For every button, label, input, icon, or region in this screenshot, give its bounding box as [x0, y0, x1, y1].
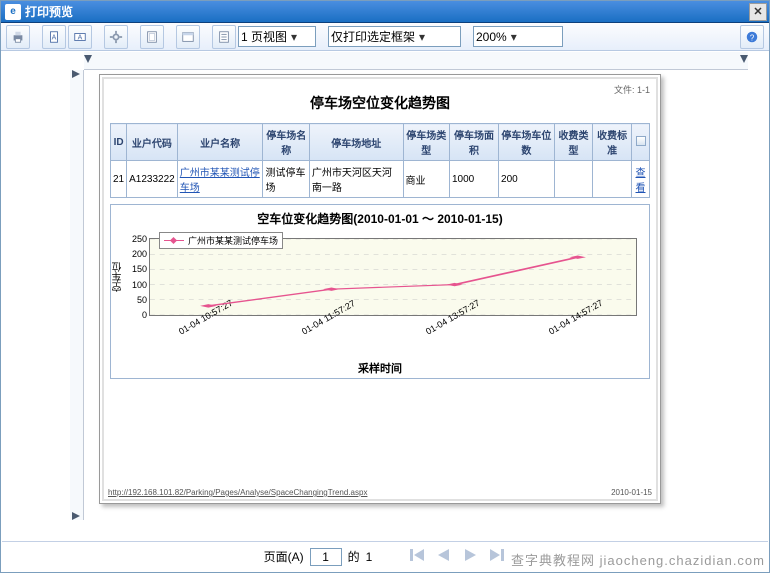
td-view-link[interactable]: 查看	[632, 161, 650, 198]
page-preview: 文件: 1-1 停车场空位变化趋势图 ID 业户代码 业户名称 停车场名称 停车…	[99, 74, 661, 504]
chevron-down-icon: ▾	[291, 30, 297, 44]
last-page-button[interactable]	[486, 546, 506, 567]
header-icon	[181, 30, 195, 44]
view-mode-label: 1 页视图	[241, 28, 287, 45]
chevron-down-icon: ▾	[511, 30, 517, 44]
watermark: 查字典教程网 jiaocheng.chazidian.com	[511, 550, 765, 569]
th-area: 停车场面积	[449, 124, 498, 161]
help-button[interactable]: ?	[740, 25, 764, 49]
th-name: 业户名称	[177, 124, 263, 161]
th-feetype: 收费类型	[554, 124, 593, 161]
td-slots: 200	[499, 161, 555, 198]
titlebar: e 打印预览 ✕	[1, 1, 769, 23]
table-header-row: ID 业户代码 业户名称 停车场名称 停车场地址 停车场类型 停车场面积 停车场…	[111, 124, 650, 161]
landscape-button[interactable]: A	[68, 25, 92, 49]
th-feestd: 收费标准	[593, 124, 632, 161]
y-tick: 50	[121, 295, 147, 305]
print-scope-label: 仅打印选定框架	[331, 28, 415, 45]
chart-series	[150, 239, 636, 315]
page-footer: http://192.168.101.82/Parking/Pages/Anal…	[108, 488, 652, 497]
th-pname: 停车场名称	[263, 124, 309, 161]
margins-button[interactable]	[140, 25, 164, 49]
td-pname: 测试停车场	[263, 161, 309, 198]
last-icon	[486, 546, 506, 564]
page-setup-button[interactable]	[104, 25, 128, 49]
close-button[interactable]: ✕	[749, 3, 767, 21]
svg-text:A: A	[52, 34, 57, 41]
td-feestd	[593, 161, 632, 198]
header-footer-button[interactable]	[176, 25, 200, 49]
td-code: A1233222	[127, 161, 178, 198]
th-code: 业户代码	[127, 124, 178, 161]
ie-icon: e	[5, 4, 21, 20]
fit-icon	[217, 30, 231, 44]
table-row: 21 A1233222 广州市某某测试停车场 测试停车场 广州市天河区天河南一路…	[111, 161, 650, 198]
th-check	[632, 124, 650, 161]
portrait-button[interactable]: A	[42, 25, 66, 49]
vertical-ruler[interactable]	[70, 70, 84, 520]
th-type: 停车场类型	[403, 124, 449, 161]
legend-label: 广州市某某测试停车场	[188, 234, 278, 247]
y-tick: 150	[121, 264, 147, 274]
th-id: ID	[111, 124, 127, 161]
view-mode-select[interactable]: 1 页视图 ▾	[238, 26, 316, 47]
gear-icon	[109, 30, 123, 44]
preview-area: 文件: 1-1 停车场空位变化趋势图 ID 业户代码 业户名称 停车场名称 停车…	[2, 52, 768, 540]
checkbox-icon	[636, 136, 646, 146]
x-axis-label: 采样时间	[117, 360, 643, 376]
data-table: ID 业户代码 业户名称 停车场名称 停车场地址 停车场类型 停车场面积 停车场…	[110, 123, 650, 198]
svg-text:A: A	[78, 34, 83, 41]
window-title: 打印预览	[25, 3, 73, 20]
chart-legend: 广州市某某测试停车场	[159, 232, 283, 249]
td-name-link[interactable]: 广州市某某测试停车场	[177, 161, 263, 198]
chevron-down-icon: ▾	[419, 30, 425, 44]
th-slots: 停车场车位数	[499, 124, 555, 161]
y-tick: 100	[121, 280, 147, 290]
portrait-icon: A	[47, 30, 61, 44]
zoom-select[interactable]: 200% ▾	[473, 26, 563, 47]
first-page-button[interactable]	[408, 546, 428, 567]
next-page-button[interactable]	[460, 546, 480, 567]
next-icon	[460, 546, 480, 564]
td-feetype	[554, 161, 593, 198]
first-icon	[408, 546, 428, 564]
printer-icon	[11, 30, 25, 44]
chart-canvas: 空车位 广州市某某测试停车场 050100150200250 01-04 10:…	[117, 232, 643, 374]
toolbar: A A 1 页视图 ▾ 仅打印选定框架 ▾ 200% ▾	[1, 23, 769, 51]
attachment-label: 文件: 1-1	[614, 83, 650, 96]
help-icon: ?	[745, 30, 759, 44]
page-title: 停车场空位变化趋势图	[104, 79, 656, 123]
th-addr: 停车场地址	[309, 124, 403, 161]
legend-line-icon	[164, 240, 184, 241]
y-tick: 0	[121, 310, 147, 320]
svg-text:?: ?	[750, 33, 755, 42]
print-button[interactable]	[6, 25, 30, 49]
landscape-icon: A	[73, 30, 87, 44]
horizontal-ruler[interactable]	[84, 52, 748, 70]
page-label: 页面(A)	[264, 548, 304, 565]
td-area: 1000	[449, 161, 498, 198]
zoom-label: 200%	[476, 30, 507, 44]
chart-container: 空车位变化趋势图(2010-01-01 ～ 2010-01-15) 空车位 广州…	[110, 204, 650, 379]
footer-date: 2010-01-15	[611, 488, 652, 497]
td-type: 商业	[403, 161, 449, 198]
total-pages: 1	[366, 550, 373, 564]
td-addr: 广州市天河区天河南一路	[309, 161, 403, 198]
page-icon	[145, 30, 159, 44]
td-id: 21	[111, 161, 127, 198]
page-number-input[interactable]	[310, 548, 342, 566]
chart-title: 空车位变化趋势图(2010-01-01 ～ 2010-01-15)	[111, 205, 649, 232]
of-label: 的	[348, 548, 360, 565]
y-tick: 200	[121, 249, 147, 259]
y-tick: 250	[121, 234, 147, 244]
prev-icon	[434, 546, 454, 564]
print-scope-select[interactable]: 仅打印选定框架 ▾	[328, 26, 461, 47]
footer-url: http://192.168.101.82/Parking/Pages/Anal…	[108, 488, 367, 497]
fit-width-button[interactable]	[212, 25, 236, 49]
prev-page-button[interactable]	[434, 546, 454, 567]
